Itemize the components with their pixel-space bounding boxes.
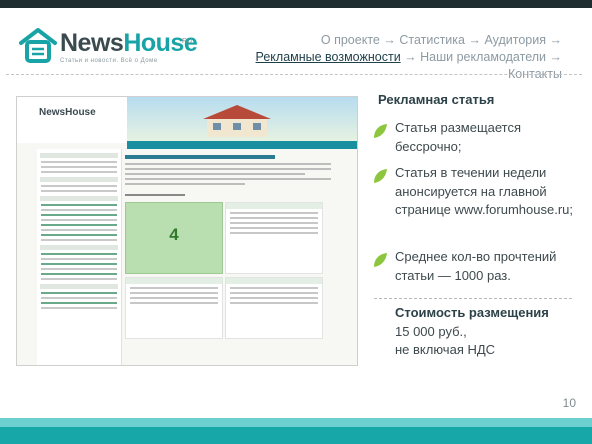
nav-separator: → xyxy=(468,33,481,47)
screenshot-main-content xyxy=(125,153,331,199)
website-screenshot: NewsHouse 4 xyxy=(16,96,358,366)
screenshot-article-block xyxy=(225,277,323,339)
screenshot-article-block xyxy=(125,277,223,339)
bullet-text: Статья в течении недели анонсируется на … xyxy=(395,165,573,217)
screenshot-menu-bar xyxy=(127,141,357,149)
section-title: Рекламная статья xyxy=(378,92,495,107)
logo-tagline: Статьи и новости. Всё о Доме xyxy=(60,58,158,64)
ad-placement-number: 4 xyxy=(169,225,179,244)
nav-separator: → xyxy=(549,33,563,47)
newshouse-logo[interactable]: NewsHouse RU Статьи и новости. Всё о Дом… xyxy=(18,26,198,66)
nav-item-audience[interactable]: Аудитория xyxy=(484,33,546,47)
nav-separator: → xyxy=(404,50,417,64)
logo-wordmark: NewsHouse xyxy=(60,29,198,58)
page-number: 10 xyxy=(562,396,576,410)
footer-stripe-light xyxy=(0,418,592,427)
price-amount: 15 000 руб., xyxy=(395,323,467,339)
header-divider xyxy=(6,74,582,75)
breadcrumb-nav: О проекте → Статистика → Аудитория → Рек… xyxy=(202,32,562,83)
nav-item-about[interactable]: О проекте xyxy=(321,33,380,47)
screenshot-logo: NewsHouse xyxy=(39,107,96,118)
house-icon xyxy=(19,28,57,63)
price-title: Стоимость размещения xyxy=(395,305,549,320)
nav-item-advertisers[interactable]: Наши рекламодатели xyxy=(420,50,546,64)
screenshot-article-block xyxy=(225,202,323,274)
nav-item-advertising[interactable]: Рекламные возможности xyxy=(256,50,401,64)
nav-separator: → xyxy=(383,33,396,47)
logo-domain-suffix: RU xyxy=(182,38,193,45)
price-block: Стоимость размещения 15 000 руб., не вкл… xyxy=(395,304,575,360)
bullet-text: Среднее кол-во прочтений статьи — 1000 р… xyxy=(395,249,557,283)
house-illustration xyxy=(203,105,271,137)
leaf-icon xyxy=(374,124,387,138)
leaf-icon xyxy=(374,253,387,267)
footer-stripe-dark xyxy=(0,427,592,444)
nav-separator: → xyxy=(549,50,563,64)
logo-news: News xyxy=(60,29,124,57)
top-bar xyxy=(0,0,592,8)
nav-item-statistics[interactable]: Статистика xyxy=(399,33,465,47)
ad-placement-block: 4 xyxy=(125,202,223,274)
leaf-icon xyxy=(374,169,387,183)
price-divider xyxy=(374,298,572,299)
screenshot-sidebar xyxy=(37,149,122,365)
bullet-text: Статья размещается бессрочно; xyxy=(395,120,522,154)
price-note: не включая НДС xyxy=(395,342,496,357)
